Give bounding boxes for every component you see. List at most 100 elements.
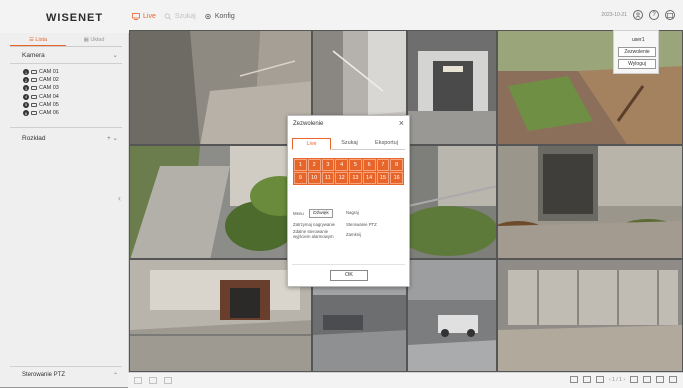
camera-section-title: Kamera [22, 51, 45, 59]
layout-section-header[interactable]: Rozkład + ⌄ [22, 134, 118, 143]
camera-icon [31, 78, 37, 83]
record-permission[interactable]: Nagraj [346, 210, 359, 215]
video-tile[interactable] [129, 30, 312, 145]
user-icon[interactable] [633, 10, 643, 20]
plus-icon[interactable]: + [107, 135, 111, 142]
exit-icon[interactable] [665, 10, 675, 20]
help-icon[interactable]: ? [649, 10, 659, 20]
sequence-icon[interactable] [570, 376, 579, 383]
channel-cell[interactable]: 1 [294, 159, 307, 171]
list-item[interactable]: 1 CAM 01 [23, 68, 59, 76]
folder-icon[interactable] [164, 377, 172, 384]
tab-search[interactable]: Szukaj [331, 138, 368, 149]
camera-icon [31, 86, 37, 91]
chevron-up-icon: ⌃ [112, 373, 118, 379]
channel-cell[interactable]: 7 [376, 159, 390, 171]
audio-permission-chip[interactable]: Dźwięk [309, 209, 333, 218]
list-item[interactable]: 2 CAM 02 [23, 76, 59, 84]
camera-label: CAM 01 [39, 69, 59, 76]
camera-label: CAM 02 [39, 77, 59, 84]
single-view-icon[interactable] [643, 376, 651, 383]
video-tile[interactable] [497, 145, 683, 259]
dialog-tabs: Live Szukaj Eksportuj [292, 138, 405, 150]
channel-cell[interactable]: 9 [294, 172, 307, 184]
bottom-toolbar: ‹ 1 / 1 › [128, 372, 683, 388]
channel-cell[interactable]: 3 [321, 159, 335, 171]
logout-button[interactable]: Wyloguj [618, 59, 656, 69]
top-right-tools: 2023-10-21 ? [601, 10, 675, 20]
layout-section-title: Rozkład [22, 134, 46, 142]
ok-button[interactable]: OK [330, 270, 368, 281]
list-item[interactable]: 4 CAM 04 [23, 93, 59, 101]
nav-live[interactable]: Live [132, 13, 156, 20]
nav-config-label: Konfig [214, 13, 235, 20]
channel-cell[interactable]: 16 [390, 172, 403, 184]
main-nav: Live Szukaj Konfig [132, 13, 235, 20]
channel-cell[interactable]: 13 [349, 172, 362, 184]
camera-section-header[interactable]: Kamera ⌄ [22, 51, 118, 60]
nav-search[interactable]: Szukaj [164, 13, 196, 20]
expand-icon[interactable] [669, 376, 677, 383]
close-icon[interactable]: × [399, 118, 404, 128]
channel-cell[interactable]: 6 [362, 159, 376, 171]
monitor-icon[interactable] [656, 376, 664, 383]
chevron-down-icon[interactable]: ⌄ [113, 135, 118, 142]
list-item[interactable]: 5 CAM 05 [23, 101, 59, 109]
search-icon [164, 13, 172, 20]
channel-cell[interactable]: 15 [376, 172, 390, 184]
channel-cell[interactable]: 14 [362, 172, 376, 184]
page-number: 1 / 1 [612, 376, 622, 383]
channel-cell[interactable]: 2 [307, 159, 321, 171]
datetime-display: 2023-10-21 [601, 12, 627, 18]
grid-layout-icon[interactable] [630, 376, 638, 383]
video-tile[interactable] [129, 259, 312, 372]
fullscreen-icon[interactable] [149, 377, 157, 384]
close-permission[interactable]: Zamknij [346, 232, 361, 237]
stop-recording-permission[interactable]: Zatrzymaj nagrywanie [293, 222, 335, 227]
camera-label: CAM 03 [39, 85, 59, 92]
page-indicator: ‹ 1 / 1 › [609, 376, 625, 383]
divider [10, 127, 122, 128]
tab-list[interactable]: ☰ Lista [10, 36, 66, 46]
camera-label: CAM 06 [39, 110, 59, 117]
ptz-permission[interactable]: Sterowanie PTZ [346, 222, 377, 227]
tab-export[interactable]: Eksportuj [368, 138, 405, 149]
video-tile[interactable] [407, 145, 497, 259]
video-tile[interactable] [129, 145, 312, 259]
permission-dialog: Zezwolenie × Live Szukaj Eksportuj 1 2 3… [287, 115, 410, 287]
layout-icon[interactable] [583, 376, 592, 383]
nav-live-label: Live [143, 13, 156, 20]
channel-cell[interactable]: 4 [335, 159, 348, 171]
nav-config[interactable]: Konfig [204, 13, 235, 20]
video-tile[interactable] [407, 30, 497, 145]
permission-button[interactable]: Zezwolenie [618, 47, 656, 57]
gear-icon [205, 13, 211, 20]
tab-live[interactable]: Live [292, 138, 331, 150]
nav-search-label: Szukaj [174, 13, 196, 20]
divider [292, 264, 405, 265]
list-item[interactable]: 6 CAM 06 [23, 109, 59, 117]
video-tile[interactable] [407, 259, 497, 372]
collapse-sidebar-icon[interactable]: ‹ [118, 193, 121, 203]
sidebar: ☰ Lista ▦ Układ Kamera ⌄ 1 CAM 01 2 CAM 02… [0, 33, 129, 387]
bottom-left-tools [134, 377, 172, 384]
audio-icon[interactable] [596, 376, 605, 383]
channel-cell[interactable]: 10 [307, 172, 321, 184]
ptz-section-header[interactable]: Sterowanie PTZ ⌃ [22, 372, 118, 379]
channel-cell[interactable]: 11 [321, 172, 335, 184]
capture-icon[interactable] [134, 377, 142, 384]
video-tile[interactable] [497, 259, 683, 372]
channel-cell[interactable]: 12 [335, 172, 348, 184]
list-item[interactable]: 3 CAM 03 [23, 84, 59, 92]
channel-cell[interactable]: 5 [349, 159, 362, 171]
monitor-icon [132, 13, 140, 20]
wisenet-logo: WISENET [46, 12, 104, 24]
channel-number: 6 [23, 110, 29, 117]
channel-number: 5 [23, 101, 29, 108]
tab-layout[interactable]: ▦ Układ [66, 36, 122, 46]
alarm-output-permission[interactable]: Zdalne sterowanie wyjściem alarmowym [293, 229, 343, 239]
user-name: user1 [632, 37, 645, 43]
channel-cell[interactable]: 8 [390, 159, 403, 171]
user-menu-popup: user1 Zezwolenie Wyloguj [613, 30, 659, 74]
channel-grid: 1 2 3 4 5 6 7 8 9 10 11 12 13 14 15 16 [293, 158, 404, 185]
